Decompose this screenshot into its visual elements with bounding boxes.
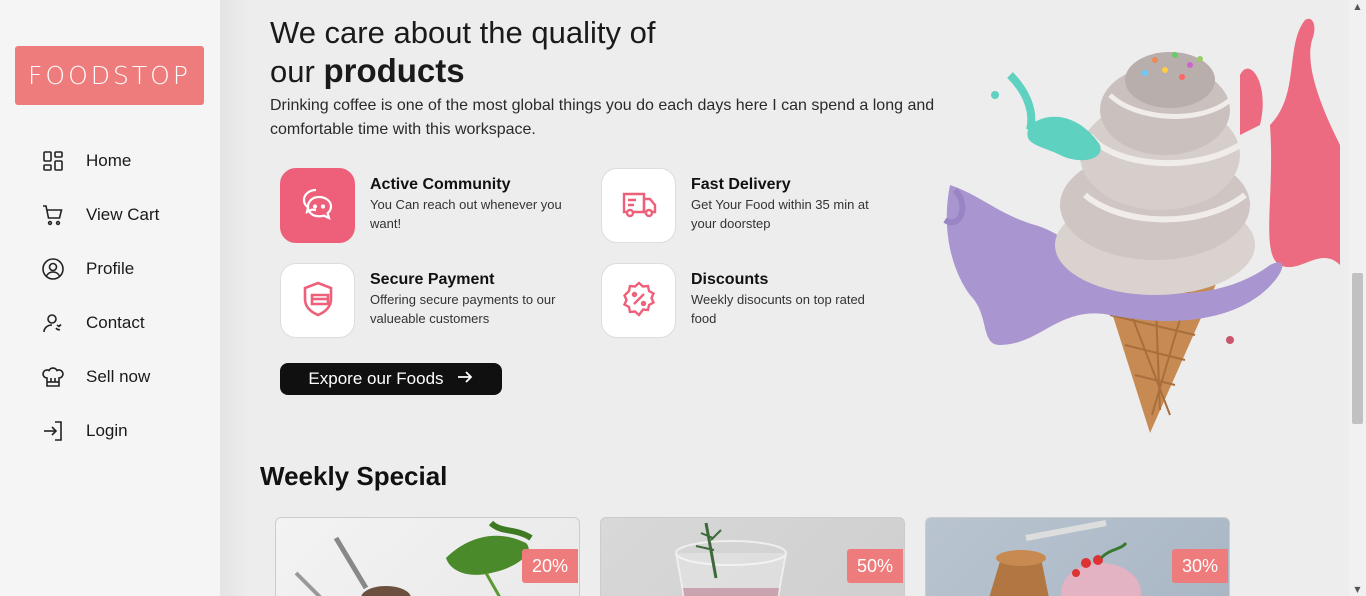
explore-foods-button[interactable]: Expore our Foods [280, 363, 502, 395]
sidebar-item-profile[interactable]: Profile [40, 242, 159, 296]
weekly-card[interactable]: 20% [275, 517, 580, 596]
feature-discounts: Discounts Weekly disocunts on top rated … [601, 263, 891, 338]
login-icon [40, 418, 66, 444]
sidebar-item-contact[interactable]: Contact [40, 296, 159, 350]
sidebar-nav: Home View Cart Profile Contact Sell now [40, 134, 159, 458]
arrow-right-icon [456, 368, 474, 391]
hero-title-prefix: our [270, 54, 315, 89]
chef-hat-icon [40, 364, 66, 390]
weekly-special-title: Weekly Special [260, 461, 448, 491]
logo-text: FOODSTOP [28, 61, 191, 90]
feature-title: Fast Delivery [691, 176, 791, 193]
feature-icon-box [280, 263, 355, 338]
hero-title-line1: We care about the quality of [270, 15, 656, 50]
user-circle-icon [40, 256, 66, 282]
sidebar-item-label: Login [86, 421, 128, 440]
sidebar-item-label: Contact [86, 313, 145, 332]
sidebar-item-view-cart[interactable]: View Cart [40, 188, 159, 242]
sidebar-shadow [220, 0, 250, 596]
sidebar-item-label: Home [86, 151, 132, 170]
feature-title: Discounts [691, 271, 769, 288]
discount-icon [618, 278, 660, 324]
hero-description: Drinking coffee is one of the most globa… [270, 97, 935, 138]
sidebar-item-sell-now[interactable]: Sell now [40, 350, 159, 404]
feature-active-community: Active Community You Can reach out whene… [280, 168, 570, 243]
feature-subtitle: Weekly disocunts on top rated food [691, 292, 865, 326]
discount-badge: 20% [522, 549, 578, 583]
scroll-down-icon[interactable]: ▼ [1353, 585, 1362, 594]
sidebar-item-label: Sell now [86, 367, 151, 386]
feature-icon-box [601, 168, 676, 243]
feature-icon-box [280, 168, 355, 243]
chat-icon [297, 183, 339, 229]
feature-title: Active Community [370, 176, 511, 193]
feature-secure-payment: Secure Payment Offering secure payments … [280, 263, 570, 338]
sidebar-item-label: View Cart [86, 205, 160, 224]
contact-icon [40, 310, 66, 336]
sidebar-item-login[interactable]: Login [40, 404, 159, 458]
weekly-card[interactable]: 50% [600, 517, 905, 596]
ice-cream-image [940, 15, 1345, 435]
feature-subtitle: Offering secure payments to our valueabl… [370, 292, 556, 326]
weekly-card[interactable]: 30% [925, 517, 1230, 596]
discount-badge: 30% [1172, 549, 1228, 583]
logo[interactable]: FOODSTOP [15, 46, 204, 105]
explore-foods-label: Expore our Foods [308, 369, 444, 388]
scroll-up-icon[interactable]: ▲ [1353, 2, 1362, 11]
sidebar-item-home[interactable]: Home [40, 134, 159, 188]
feature-subtitle: Get Your Food within 35 min at your door… [691, 197, 869, 231]
hero-title-bold: products [323, 52, 465, 89]
discount-badge: 50% [847, 549, 903, 583]
feature-fast-delivery: Fast Delivery Get Your Food within 35 mi… [601, 168, 891, 243]
scrollbar-thumb[interactable] [1352, 273, 1363, 424]
feature-icon-box [601, 263, 676, 338]
grid-icon [40, 148, 66, 174]
feature-title: Secure Payment [370, 271, 495, 288]
sidebar-item-label: Profile [86, 259, 135, 278]
hero-title-line2: our products [270, 52, 655, 91]
truck-icon [618, 183, 660, 229]
feature-subtitle: You Can reach out whenever you want! [370, 197, 562, 231]
cart-icon [40, 202, 66, 228]
hero-title: We care about the quality of our product… [270, 14, 655, 91]
shield-card-icon [297, 278, 339, 324]
sidebar: FOODSTOP Home View Cart Profile Contact [0, 0, 220, 596]
